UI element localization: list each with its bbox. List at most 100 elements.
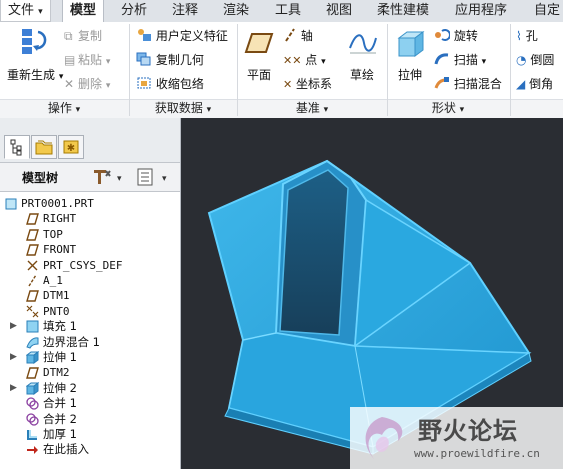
insert-here-arrow-icon [27,446,38,455]
tab-analysis[interactable]: 分析 [114,0,154,22]
tree-item-label: DTM1 [43,289,70,303]
tab-favorites[interactable]: ✱ [58,135,84,159]
tab-flexible-modeling-label: 柔性建模 [377,3,430,18]
tab-model-tree[interactable] [4,135,30,159]
regenerate-button[interactable]: 重新生成 ▾ [7,67,63,85]
tree-item[interactable]: PRT0001.PRT [0,196,178,211]
tab-view[interactable]: 视图 [319,0,359,22]
model-surface-inner [279,169,349,336]
extrude-icon [26,351,39,364]
tree-display-button[interactable]: ▾ [136,167,172,187]
menu-tab-bar: 文件 ▾ 模型 分析 注释 渲染 工具 视图 柔性建模 应用程序 自定 [0,0,563,23]
model-tree-icon [10,139,22,156]
tab-annotate[interactable]: 注释 [165,0,205,22]
folder-icon [35,140,53,155]
settings-tools-icon: ▾ [94,170,122,184]
csys-button[interactable]: ✕ 坐标系 [283,76,332,93]
tree-item[interactable]: ▶ 拉伸 1 [0,350,178,365]
shrinkwrap-button[interactable]: 收缩包络 [136,76,204,92]
tree-item[interactable]: 加厚 1 [0,427,178,442]
tree-item-label: DTM2 [43,366,70,380]
tree-expand-arrow-icon[interactable]: ▶ [10,319,17,334]
shrinkwrap-label: 收缩包络 [155,77,204,91]
tree-item[interactable]: TOP [0,227,178,242]
copy-button[interactable]: ⧉ 复制 [64,28,102,44]
axis-icon [285,28,295,42]
tab-view-label: 视图 [326,3,353,18]
regenerate-icon[interactable] [16,26,48,58]
chamfer-button[interactable]: ◢ 倒角 [516,76,553,92]
hole-icon: ⌇ [516,29,522,43]
datum-plane-icon [26,367,39,380]
model-tree-header: 模型树 ▾ ▾ [0,162,180,192]
axis-button[interactable]: 轴 [283,28,313,44]
operations-group-label[interactable]: 操作 ▾ [0,100,128,116]
boundary-blend-icon [26,337,39,349]
chamfer-icon: ◢ [516,77,526,91]
graphics-viewport[interactable]: 野火论坛 www.proewildfire.cn [181,118,563,469]
datum-group-label[interactable]: 基准 ▾ [238,100,386,116]
shapes-group-label[interactable]: 形状 ▾ [388,100,508,116]
tree-item[interactable]: ▶ 填充 1 [0,319,178,334]
sketch-button[interactable]: 草绘 [350,67,374,83]
round-button[interactable]: ◔ 倒圆 [516,52,554,68]
extrude-icon [26,381,39,395]
tree-item[interactable]: 合并 1 [0,396,178,411]
tree-item-label: A_1 [43,274,63,287]
tree-item[interactable]: FRONT [0,242,178,257]
tab-model[interactable]: 模型 [62,0,105,23]
get-data-group-label[interactable]: 获取数据 ▾ [130,100,236,116]
tree-expand-arrow-icon[interactable]: ▶ [10,381,17,396]
copy-geometry-icon [136,52,151,66]
copy-icon: ⧉ [64,29,73,43]
tree-item[interactable]: 在此插入 [0,442,178,457]
tab-flexible-modeling[interactable]: 柔性建模 [370,0,436,22]
chevron-down-icon: ▾ [105,81,111,91]
tree-expand-arrow-icon[interactable]: ▶ [10,350,17,365]
tree-item[interactable]: PNT0 [0,304,178,319]
file-menu-button[interactable]: 文件 ▾ [0,0,51,22]
tree-item-label: PNT0 [43,304,70,318]
tree-item[interactable]: ▶ 拉伸 2 [0,381,178,396]
tree-item[interactable]: 合并 2 [0,412,178,427]
copy-geometry-button[interactable]: 复制几何 [136,52,204,68]
delete-button[interactable]: ✕ 删除 ▾ [64,76,110,94]
hole-button[interactable]: ⌇ 孔 [516,28,538,44]
sketch-icon[interactable] [348,30,378,56]
tab-render[interactable]: 渲染 [216,0,256,22]
plane-button[interactable]: 平面 [247,67,271,83]
tree-item[interactable]: 边界混合 1 [0,335,178,350]
extrude-icon[interactable] [395,28,425,58]
tab-customize[interactable]: 自定 [527,0,563,22]
tree-settings-button[interactable]: ▾ [92,167,122,187]
paste-button[interactable]: ▤ 粘贴 ▾ [64,52,110,70]
paste-icon: ▤ [64,53,76,67]
datum-plane-icon[interactable] [244,30,274,56]
tree-item[interactable]: RIGHT [0,211,178,226]
tab-tools[interactable]: 工具 [268,0,308,22]
tree-item[interactable]: DTM1 [0,288,178,303]
tab-folder-browser[interactable] [31,135,57,159]
tree-item[interactable]: A_1 [0,273,178,288]
sweep-button[interactable]: 扫描 ▾ [434,52,486,70]
tree-item-label: RIGHT [43,212,77,226]
chevron-down-icon: ▾ [58,72,64,82]
tree-item-label: PRT_CSYS_DEF [43,258,123,272]
file-menu-label: 文件 [8,3,35,18]
datum-plane-icon [26,290,39,303]
tab-applications[interactable]: 应用程序 [448,0,514,22]
tree-item-label: 合并 2 [43,411,77,426]
navigator-tabs: ✱ [0,118,180,162]
revolve-button[interactable]: 旋转 [434,28,478,44]
swept-blend-button[interactable]: 扫描混合 [434,76,502,92]
extrude-button[interactable]: 拉伸 [398,67,422,83]
regenerate-label: 重新生成 [7,68,56,82]
point-label: 点 [305,53,318,67]
tree-item[interactable]: PRT_CSYS_DEF [0,258,178,273]
point-button[interactable]: ✕✕ 点 ▾ [283,52,326,70]
tab-customize-label: 自定 [534,3,561,18]
hole-label: 孔 [525,29,538,43]
svg-text:▾: ▾ [117,174,122,184]
udf-button[interactable]: 用户定义特征 [136,28,228,44]
tree-item[interactable]: DTM2 [0,365,178,380]
